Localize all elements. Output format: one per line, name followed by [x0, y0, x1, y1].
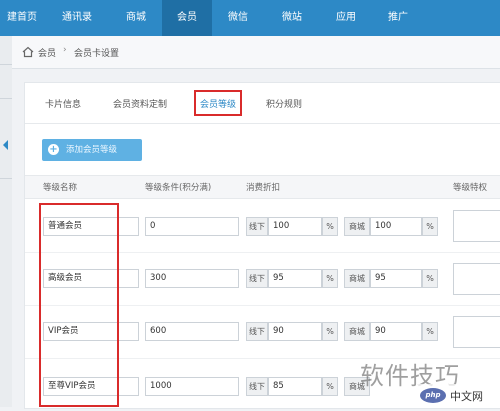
offline-label: 线下: [246, 322, 268, 341]
sidebar-divider: [0, 98, 12, 99]
offline-discount-input[interactable]: 85: [268, 377, 322, 396]
left-sidebar: [0, 36, 12, 407]
privileges-textarea[interactable]: [453, 316, 500, 348]
nav-item-wechat[interactable]: 微信: [212, 0, 264, 36]
header-level-name: 等级名称: [43, 183, 78, 193]
percent-label: %: [322, 269, 338, 288]
tab-bar: 卡片信息 会员资料定制 会员等级 积分规则: [25, 83, 500, 124]
breadcrumb-separator-icon: ›: [63, 45, 67, 55]
mall-discount-input[interactable]: 95: [370, 269, 422, 288]
plus-icon: +: [48, 144, 59, 155]
offline-label: 线下: [246, 269, 268, 288]
offline-label: 线下: [246, 377, 268, 396]
add-member-level-button[interactable]: + 添加会员等级: [42, 139, 142, 161]
percent-label: %: [422, 269, 438, 288]
top-navigation: 建首页 通讯录 商城 会员 微信 微站 应用 推广: [0, 0, 500, 36]
home-icon[interactable]: [22, 46, 34, 58]
offline-label: 线下: [246, 217, 268, 236]
offline-discount-input[interactable]: 100: [268, 217, 322, 236]
privileges-textarea[interactable]: [453, 263, 500, 295]
breadcrumb-item-members[interactable]: 会员: [38, 46, 56, 59]
level-condition-input[interactable]: 300: [145, 269, 239, 288]
sidebar-divider: [0, 178, 12, 179]
level-names-highlight-box: [39, 203, 119, 407]
level-condition-input[interactable]: 600: [145, 322, 239, 341]
tab-profile-custom[interactable]: 会员资料定制: [113, 97, 167, 110]
offline-discount-input[interactable]: 95: [268, 269, 322, 288]
mall-label: 商城: [344, 269, 370, 288]
offline-discount-input[interactable]: 90: [268, 322, 322, 341]
level-condition-input[interactable]: 0: [145, 217, 239, 236]
mall-discount-input[interactable]: 100: [370, 217, 422, 236]
php-logo-icon: php: [420, 388, 446, 403]
breadcrumb-item-card-settings: 会员卡设置: [74, 49, 120, 59]
mall-discount-input[interactable]: 90: [370, 322, 422, 341]
nav-item-contacts[interactable]: 通讯录: [44, 0, 110, 36]
breadcrumb: 会员 › 会员卡设置: [12, 36, 500, 69]
collapse-arrow-icon[interactable]: [3, 140, 8, 150]
nav-item-home[interactable]: 建首页: [0, 0, 44, 36]
nav-item-apps[interactable]: 应用: [320, 0, 372, 36]
sidebar-divider: [0, 64, 12, 65]
level-condition-input[interactable]: 1000: [145, 377, 239, 396]
header-privileges: 等级特权: [453, 183, 488, 193]
mall-label: 商城: [344, 322, 370, 341]
privileges-textarea[interactable]: [453, 210, 500, 242]
nav-item-microsite[interactable]: 微站: [264, 0, 320, 36]
site-watermark: php 中文网: [418, 384, 500, 407]
tab-card-info[interactable]: 卡片信息: [45, 97, 81, 110]
percent-label: %: [322, 217, 338, 236]
tab-highlight-box: [194, 90, 242, 116]
table-header: 等级名称 等级条件(积分满) 消费折扣 等级特权: [25, 175, 500, 199]
mall-label: 商城: [344, 217, 370, 236]
percent-label: %: [322, 322, 338, 341]
header-discount: 消费折扣: [246, 183, 281, 193]
nav-item-members[interactable]: 会员: [162, 0, 212, 36]
percent-label: %: [422, 322, 438, 341]
nav-item-mall[interactable]: 商城: [110, 0, 162, 36]
tab-points-rules[interactable]: 积分规则: [266, 97, 302, 110]
site-watermark-text: 中文网: [450, 390, 483, 403]
percent-label: %: [322, 377, 338, 396]
header-level-condition: 等级条件(积分满): [145, 183, 212, 193]
add-member-level-label: 添加会员等级: [66, 145, 118, 155]
nav-item-promotion[interactable]: 推广: [372, 0, 424, 36]
percent-label: %: [422, 217, 438, 236]
